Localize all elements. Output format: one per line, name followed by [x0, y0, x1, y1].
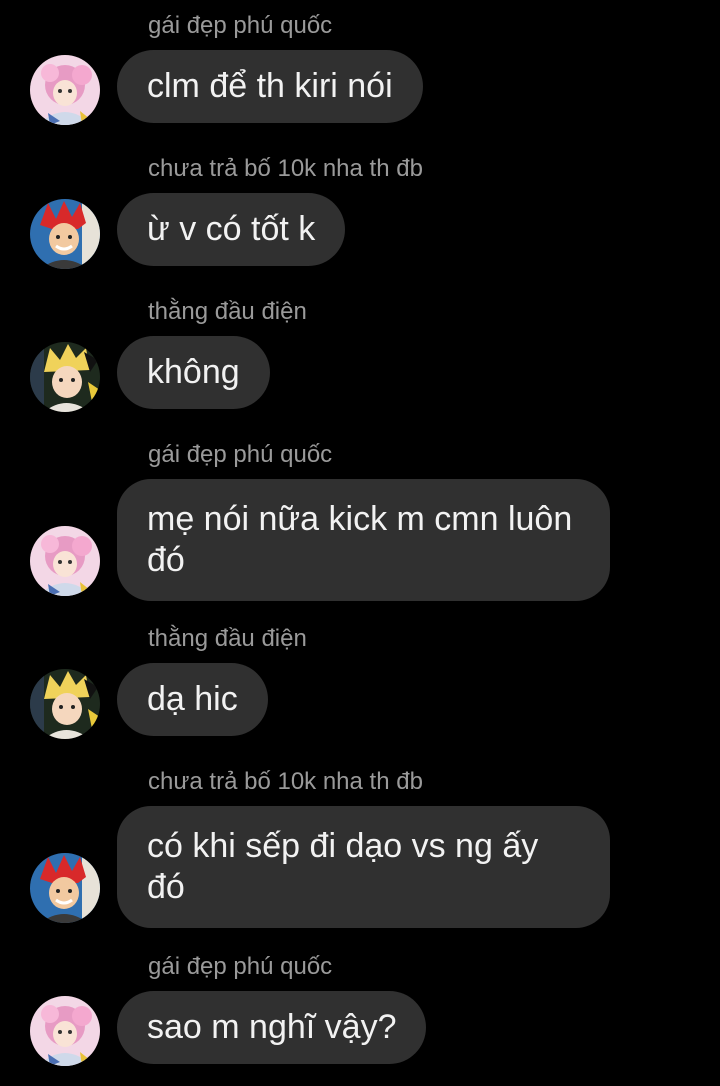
message-bubble[interactable]: clm để th kiri nói	[117, 50, 423, 123]
sender-name: chưa trả bố 10k nha th đb	[148, 155, 423, 182]
sender-name: thằng đầu điện	[148, 625, 307, 652]
pink-character-avatar[interactable]	[30, 55, 100, 125]
message-bubble[interactable]: mẹ nói nữa kick m cmn luôn đó	[117, 479, 610, 601]
sender-name: thằng đầu điện	[148, 298, 307, 325]
red-hair-character-avatar[interactable]	[30, 853, 100, 923]
chat-message-list[interactable]: gái đẹp phú quốc clm để th kiri nói chưa…	[0, 0, 720, 1086]
pink-character-avatar[interactable]	[30, 526, 100, 596]
message-bubble[interactable]: có khi sếp đi dạo vs ng ấy đó	[117, 806, 610, 928]
message-bubble[interactable]: không	[117, 336, 270, 409]
sender-name: chưa trả bố 10k nha th đb	[148, 768, 423, 795]
message-bubble[interactable]: ừ v có tốt k	[117, 193, 346, 266]
sender-name: gái đẹp phú quốc	[148, 12, 333, 39]
blonde-character-avatar[interactable]	[30, 342, 100, 412]
pink-character-avatar[interactable]	[30, 996, 100, 1066]
message-bubble[interactable]: sao m nghĩ vậy?	[117, 991, 427, 1064]
red-hair-character-avatar[interactable]	[30, 199, 100, 269]
message-bubble[interactable]: dạ hic	[117, 663, 268, 736]
sender-name: gái đẹp phú quốc	[148, 953, 333, 980]
blonde-character-avatar[interactable]	[30, 669, 100, 739]
sender-name: gái đẹp phú quốc	[148, 441, 333, 468]
